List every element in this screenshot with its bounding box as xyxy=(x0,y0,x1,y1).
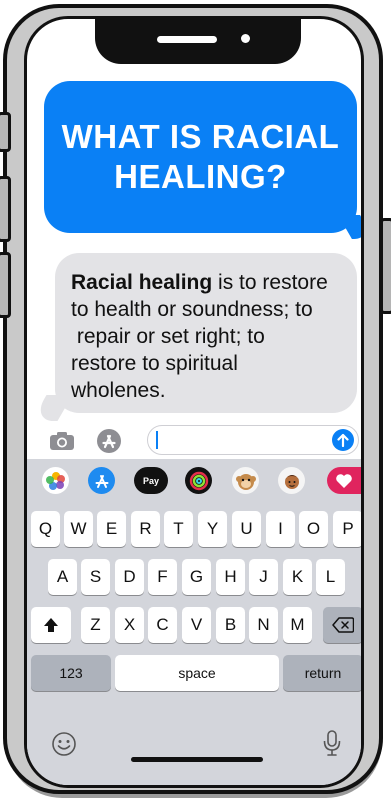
return-key[interactable]: return xyxy=(283,655,361,691)
shift-icon xyxy=(44,618,58,632)
message-input[interactable] xyxy=(147,425,359,455)
key-c[interactable]: C xyxy=(148,607,177,643)
key-g[interactable]: G xyxy=(182,559,211,595)
speaker-grille xyxy=(157,36,217,43)
sent-message-line: HEALING? xyxy=(114,158,287,195)
key-k[interactable]: K xyxy=(283,559,312,595)
home-indicator[interactable] xyxy=(131,757,263,762)
volume-down-button xyxy=(0,252,11,318)
app-store-button[interactable] xyxy=(95,428,123,454)
received-message-line: repair or set right; to xyxy=(71,325,265,348)
received-message-line: is to restore xyxy=(212,271,328,294)
key-n[interactable]: N xyxy=(249,607,278,643)
received-message-bubble: Racial healing is to restore to health o… xyxy=(55,253,357,413)
space-key[interactable]: space xyxy=(115,655,279,691)
mute-switch xyxy=(0,112,11,152)
emoji-button[interactable] xyxy=(49,729,79,759)
camera-icon xyxy=(50,432,74,450)
key-j[interactable]: J xyxy=(249,559,278,595)
key-z[interactable]: Z xyxy=(81,607,110,643)
key-p[interactable]: P xyxy=(333,511,361,547)
photos-app-icon[interactable] xyxy=(42,467,69,494)
sent-message-line: WHAT IS RACIAL xyxy=(61,118,340,155)
key-t[interactable]: T xyxy=(164,511,193,547)
key-y[interactable]: Y xyxy=(198,511,227,547)
key-i[interactable]: I xyxy=(266,511,295,547)
microphone-icon xyxy=(323,730,341,756)
apple-pay-label: Pay xyxy=(142,475,159,486)
key-w[interactable]: W xyxy=(64,511,93,547)
key-l[interactable]: L xyxy=(316,559,345,595)
key-a[interactable]: A xyxy=(48,559,77,595)
key-h[interactable]: H xyxy=(216,559,245,595)
dictation-button[interactable] xyxy=(317,727,347,759)
animoji-app-icon[interactable] xyxy=(232,467,259,494)
message-input-row xyxy=(27,423,361,459)
app-store-app-icon[interactable] xyxy=(88,467,115,494)
camera-button[interactable] xyxy=(47,429,77,453)
received-message-line: wholenes. xyxy=(71,379,166,402)
key-e[interactable]: E xyxy=(97,511,126,547)
key-s[interactable]: S xyxy=(81,559,110,595)
notch xyxy=(95,19,301,64)
key-row-2: A S D F G H J K L xyxy=(27,559,361,597)
keyboard: Pay Q W E R T Y U I O P A S D F G H J K … xyxy=(27,459,361,785)
key-o[interactable]: O xyxy=(299,511,328,547)
backspace-icon xyxy=(332,617,354,633)
key-u[interactable]: U xyxy=(232,511,261,547)
apple-pay-app-icon[interactable]: Pay xyxy=(134,467,168,494)
memoji-app-icon[interactable] xyxy=(278,467,305,494)
app-store-icon xyxy=(97,429,121,453)
emoji-icon xyxy=(52,732,76,756)
power-button xyxy=(380,218,391,314)
key-row-1: Q W E R T Y U I O P xyxy=(27,511,361,549)
delete-key[interactable] xyxy=(323,607,361,643)
key-f[interactable]: F xyxy=(148,559,177,595)
sent-message-bubble: WHAT IS RACIAL HEALING? xyxy=(44,81,357,233)
key-m[interactable]: M xyxy=(283,607,312,643)
key-x[interactable]: X xyxy=(115,607,144,643)
received-message-line: restore to spiritual xyxy=(71,352,238,375)
key-row-3: Z X C V B N M xyxy=(27,607,361,645)
received-message-bold: Racial healing xyxy=(71,271,213,294)
arrow-up-icon xyxy=(337,433,349,447)
received-message-line: to health or soundness; to xyxy=(71,298,313,321)
volume-up-button xyxy=(0,176,11,242)
key-q[interactable]: Q xyxy=(31,511,60,547)
key-row-4: 123 space return xyxy=(27,655,361,693)
key-d[interactable]: D xyxy=(115,559,144,595)
key-b[interactable]: B xyxy=(216,607,245,643)
phone-screen: WHAT IS RACIAL HEALING? Racial healing i… xyxy=(24,16,364,788)
numbers-key[interactable]: 123 xyxy=(31,655,111,691)
key-r[interactable]: R xyxy=(131,511,160,547)
send-button[interactable] xyxy=(332,429,354,451)
key-v[interactable]: V xyxy=(182,607,211,643)
shift-key[interactable] xyxy=(31,607,71,643)
activity-app-icon[interactable] xyxy=(185,467,212,494)
imessage-app-strip: Pay xyxy=(27,459,361,501)
hearts-app-icon[interactable] xyxy=(327,467,361,494)
front-camera xyxy=(241,34,250,43)
text-cursor xyxy=(156,431,158,449)
